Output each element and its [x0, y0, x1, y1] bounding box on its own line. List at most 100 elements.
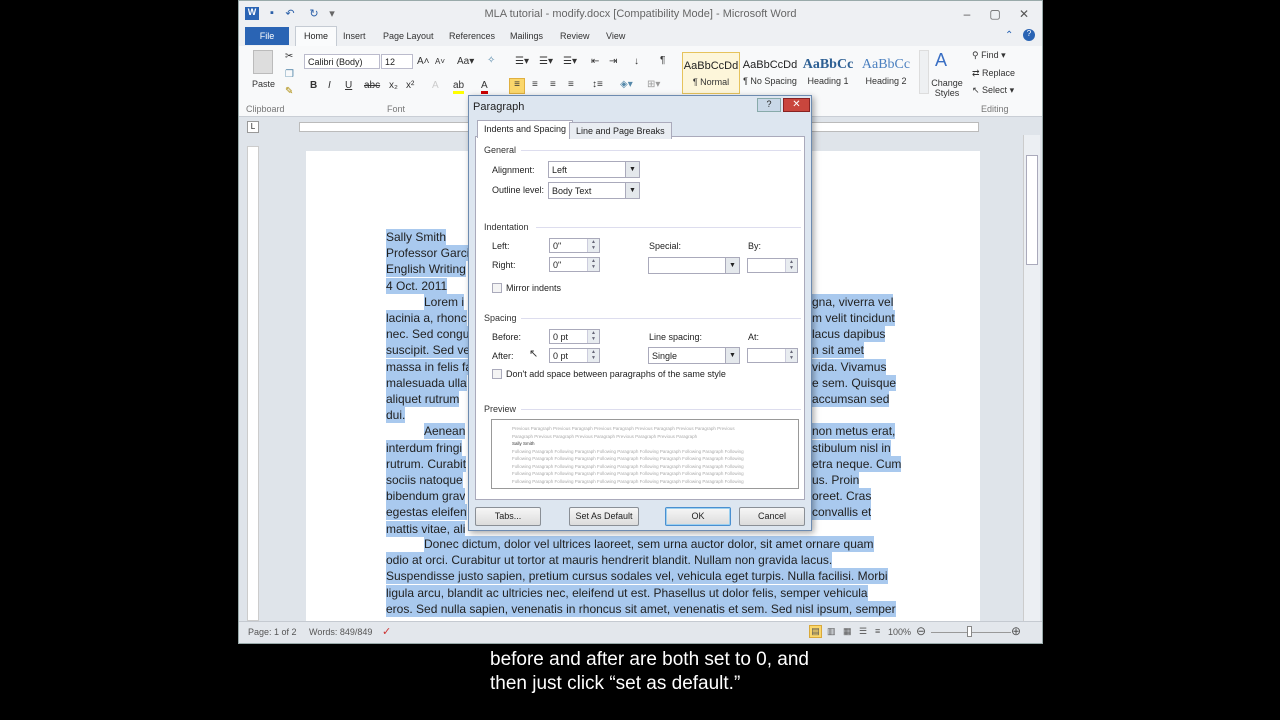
font-name-select[interactable]: Calibri (Body): [304, 54, 380, 69]
document-line-right[interactable]: convallis et: [812, 504, 872, 521]
special-select[interactable]: ▼: [648, 257, 740, 274]
style-heading-1[interactable]: AaBbCc Heading 1: [799, 52, 857, 94]
document-line[interactable]: odio at orci. Curabitur ut tortor at mau…: [386, 552, 833, 569]
spinner-icon[interactable]: ▲ ▼: [587, 330, 599, 343]
cancel-button[interactable]: Cancel: [739, 507, 805, 526]
spinner-icon[interactable]: ▲ ▼: [587, 349, 599, 362]
spinner-icon[interactable]: ▲ ▼: [785, 349, 797, 362]
tabs-button[interactable]: Tabs...: [475, 507, 541, 526]
document-line-right[interactable]: etra neque. Cum: [812, 455, 902, 472]
style-normal[interactable]: AaBbCcDd ¶ Normal: [682, 52, 740, 94]
document-line-left[interactable]: massa in felis fa: [386, 358, 473, 375]
document-line-right[interactable]: stibulum nisl in: [812, 439, 891, 456]
alignment-select[interactable]: Left ▼: [548, 161, 640, 178]
bullets-icon[interactable]: ☰▾: [515, 56, 529, 67]
by-field[interactable]: ▲ ▼: [747, 258, 798, 273]
bold-button[interactable]: B: [310, 80, 317, 91]
document-line-left[interactable]: Lorem i: [424, 293, 465, 310]
document-line-right[interactable]: e sem. Quisque: [812, 374, 897, 391]
borders-icon[interactable]: ⊞▾: [647, 79, 660, 90]
tab-page-layout[interactable]: Page Layout: [383, 31, 434, 41]
tab-view[interactable]: View: [606, 31, 625, 41]
close-window-button[interactable]: ✕: [1014, 7, 1034, 21]
document-line-left[interactable]: nec. Sed congu: [386, 326, 470, 343]
print-layout-icon[interactable]: ▤: [809, 625, 822, 638]
document-line-left[interactable]: 4 Oct. 2011: [386, 277, 448, 294]
document-line-right[interactable]: vida. Vivamus: [812, 358, 887, 375]
outline-level-select[interactable]: Body Text ▼: [548, 182, 640, 199]
zoom-slider-thumb[interactable]: [967, 626, 972, 637]
vertical-scrollbar[interactable]: [1023, 135, 1040, 621]
copy-icon[interactable]: ❐: [285, 69, 294, 80]
document-line[interactable]: eros. Sed nulla sapien, venenatis in rho…: [386, 600, 896, 617]
sort-icon[interactable]: ↓: [634, 56, 639, 67]
mirror-indents-checkbox[interactable]: [492, 283, 502, 293]
at-field[interactable]: ▲ ▼: [747, 348, 798, 363]
proofing-icon[interactable]: ✓: [382, 625, 391, 638]
full-screen-reading-icon[interactable]: ▥: [827, 626, 836, 637]
document-line-right[interactable]: m velit tincidunt: [812, 310, 895, 326]
format-painter-icon[interactable]: ✎: [285, 86, 293, 97]
numbering-icon[interactable]: ☰▾: [539, 56, 553, 67]
set-as-default-button[interactable]: Set As Default: [569, 507, 639, 526]
tab-review[interactable]: Review: [560, 31, 590, 41]
zoom-level[interactable]: 100%: [888, 627, 911, 637]
word-count[interactable]: Words: 849/849: [309, 627, 372, 637]
dont-add-space-checkbox[interactable]: [492, 369, 502, 379]
tab-selector-icon[interactable]: L: [247, 121, 259, 133]
document-line-left[interactable]: lacinia a, rhonc: [386, 310, 467, 326]
document-line-left[interactable]: English Writing: [386, 261, 466, 278]
superscript-icon[interactable]: x²: [406, 80, 414, 91]
subscript-icon[interactable]: x₂: [389, 80, 398, 91]
document-line-left[interactable]: Aenean: [424, 423, 466, 440]
underline-button[interactable]: U: [345, 80, 352, 91]
increase-indent-icon[interactable]: ⇥: [609, 56, 617, 67]
document-line-right[interactable]: n sit amet: [812, 342, 865, 359]
shading-icon[interactable]: ◈▾: [620, 79, 633, 90]
ribbon-collapse-icon[interactable]: ⌃: [1005, 30, 1013, 41]
draft-icon[interactable]: ≡: [875, 626, 880, 636]
align-left-icon[interactable]: ≡: [509, 78, 525, 94]
show-marks-icon[interactable]: ¶: [660, 55, 665, 66]
paste-icon[interactable]: [253, 50, 273, 74]
document-line-left[interactable]: egestas eleifen: [386, 504, 467, 521]
minimize-button[interactable]: –: [957, 7, 977, 21]
spinner-icon[interactable]: ▲ ▼: [587, 258, 599, 271]
document-line[interactable]: ligula arcu, blandit ac ultricies nec, e…: [386, 584, 868, 601]
zoom-out-icon[interactable]: ⊖: [916, 624, 926, 638]
maximize-button[interactable]: ▢: [985, 7, 1005, 21]
document-line-right[interactable]: non metus erat,: [812, 423, 896, 440]
dialog-help-button[interactable]: ?: [757, 98, 781, 112]
spacing-before-field[interactable]: 0 pt ▲ ▼: [549, 329, 600, 344]
left-indent-field[interactable]: 0" ▲ ▼: [549, 238, 600, 253]
font-size-select[interactable]: 12: [381, 54, 413, 69]
text-effects-icon[interactable]: A: [432, 80, 439, 91]
document-line-right[interactable]: gna, viverra vel: [812, 293, 894, 310]
ok-button[interactable]: OK: [665, 507, 731, 526]
document-line-left[interactable]: bibendum grav: [386, 488, 466, 505]
justify-icon[interactable]: ≡: [568, 79, 574, 90]
tab-mailings[interactable]: Mailings: [510, 31, 543, 41]
styles-scroll[interactable]: [919, 50, 929, 94]
zoom-in-icon[interactable]: ⊕: [1011, 624, 1021, 638]
tab-insert[interactable]: Insert: [343, 31, 366, 41]
font-color-icon[interactable]: A: [481, 80, 488, 94]
tab-references[interactable]: References: [449, 31, 495, 41]
help-icon[interactable]: ?: [1023, 29, 1035, 41]
style-heading-2[interactable]: AaBbCc Heading 2: [857, 52, 915, 94]
document-line-left[interactable]: malesuada ulla: [386, 374, 467, 391]
change-case-icon[interactable]: Aa▾: [457, 56, 474, 67]
italic-button[interactable]: I: [328, 80, 331, 91]
grow-font-icon[interactable]: A˄: [417, 56, 430, 67]
right-indent-field[interactable]: 0" ▲ ▼: [549, 257, 600, 272]
document-line-left[interactable]: dui.: [386, 407, 406, 424]
web-layout-icon[interactable]: ▦: [843, 626, 852, 637]
document-line-left[interactable]: sociis natoque: [386, 472, 463, 488]
shrink-font-icon[interactable]: A˅: [435, 57, 445, 66]
document-line-left[interactable]: interdum fringi: [386, 439, 463, 456]
align-right-icon[interactable]: ≡: [550, 79, 556, 90]
spinner-icon[interactable]: ▲ ▼: [587, 239, 599, 252]
tab-indents-and-spacing[interactable]: Indents and Spacing: [477, 120, 574, 138]
spinner-icon[interactable]: ▲ ▼: [785, 259, 797, 272]
document-line-right[interactable]: oreet. Cras: [812, 488, 872, 505]
